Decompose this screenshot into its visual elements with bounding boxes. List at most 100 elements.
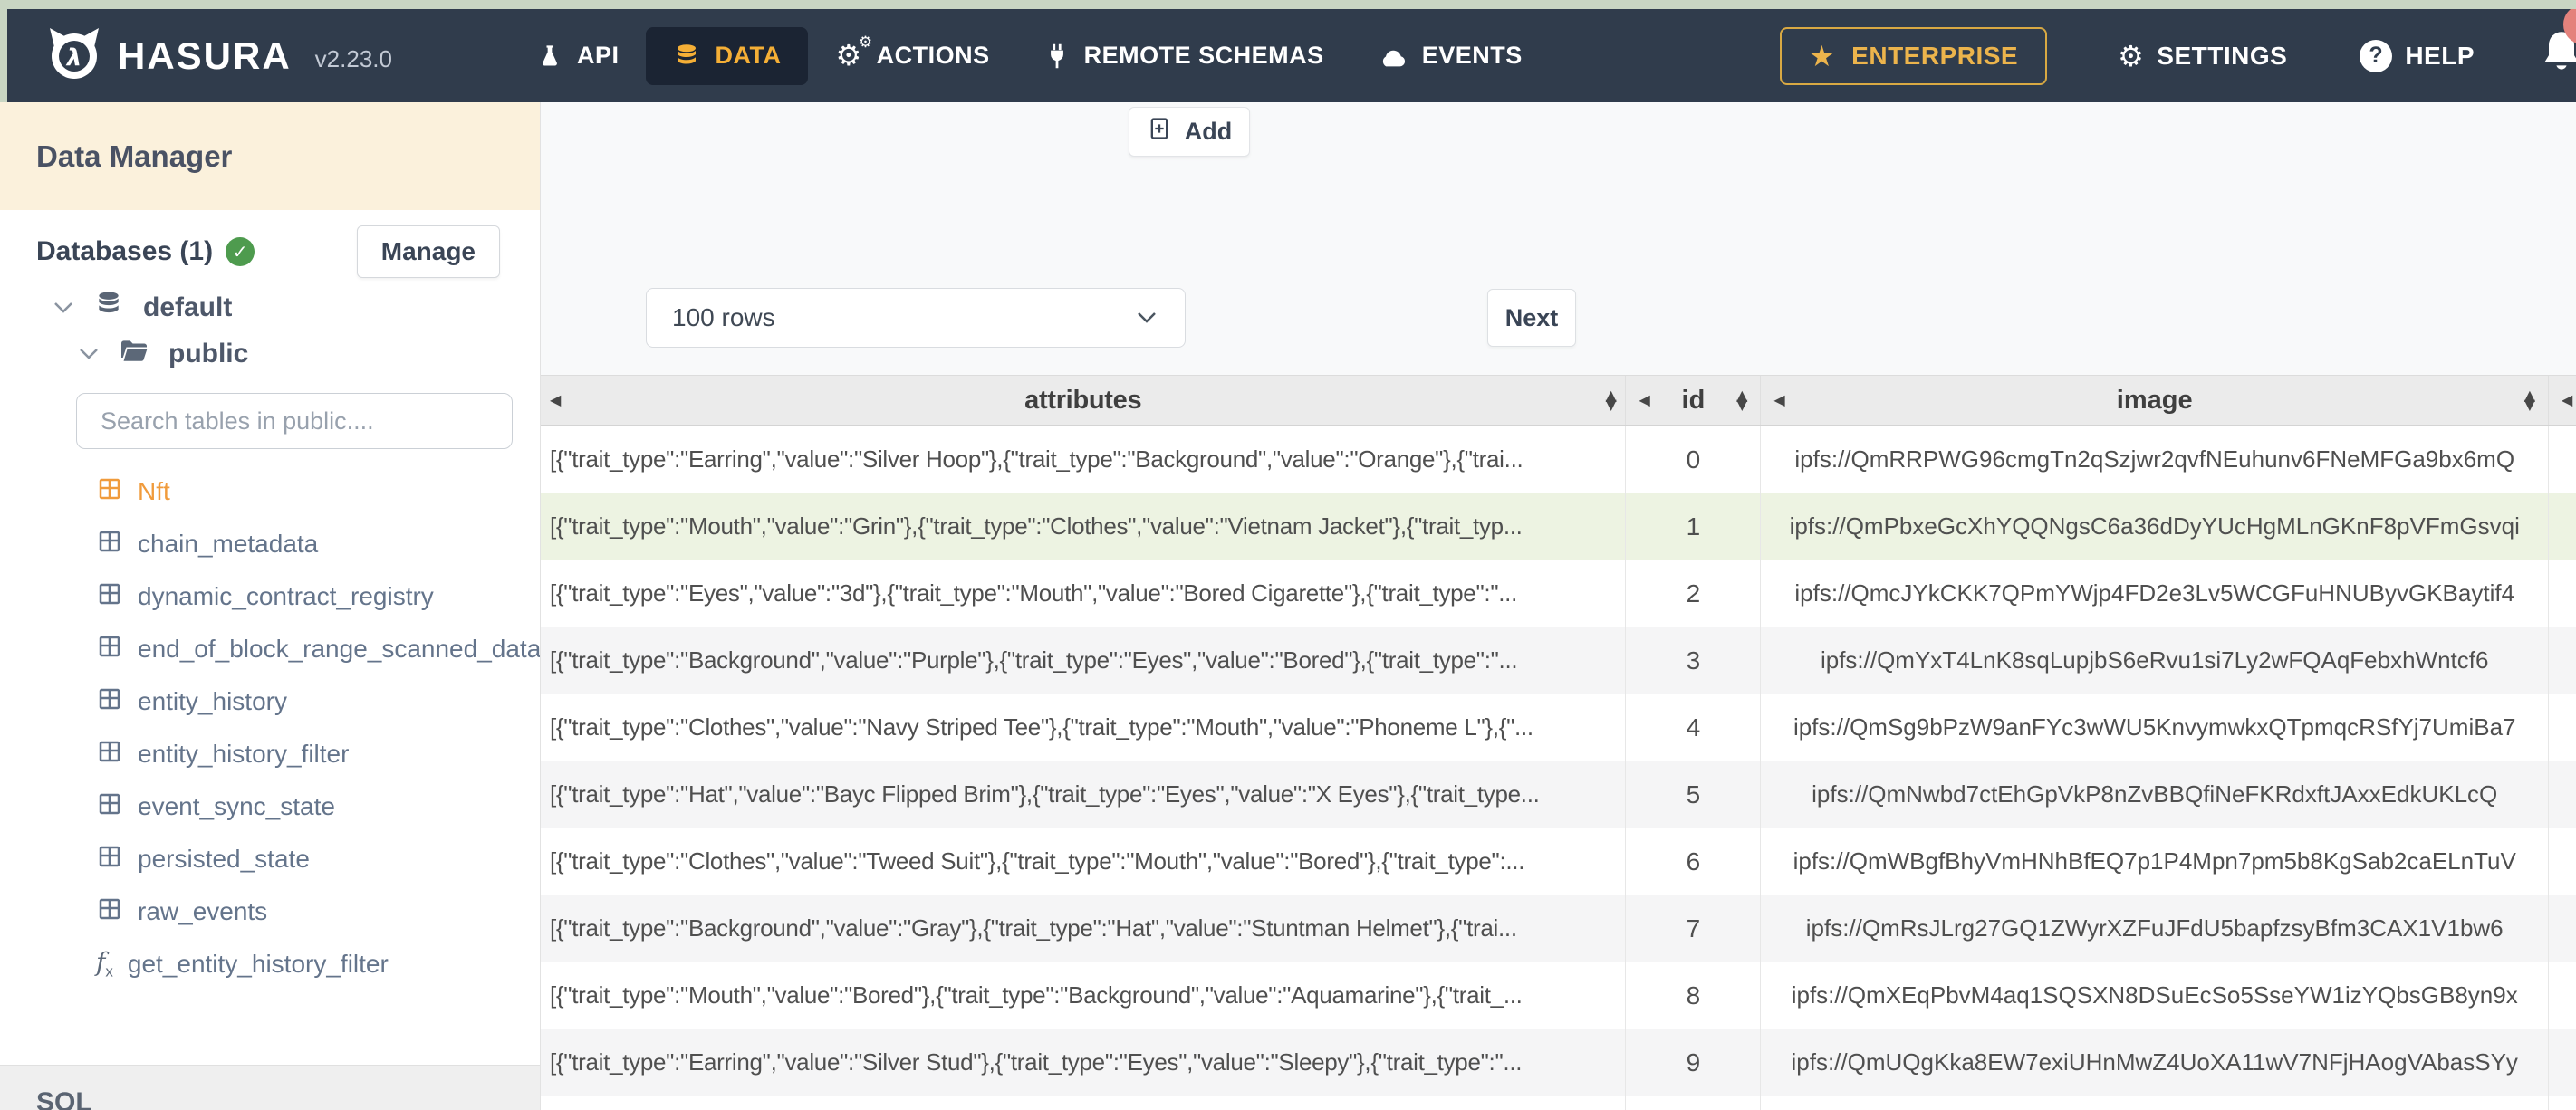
- sidebar-table-item-entity_history[interactable]: entity_history: [0, 675, 540, 728]
- nav-item-events[interactable]: EVENTS: [1351, 27, 1550, 85]
- cell-image: ipfs://QmSg9bPzW9anFYc3wWU5KnvymwkxQTpmq…: [1761, 694, 2550, 761]
- cell-id: 6: [1626, 828, 1762, 895]
- grid-body: [{"trait_type":"Earring","value":"Silver…: [541, 426, 2576, 1110]
- table-grid-icon: [96, 895, 123, 929]
- notifications-button[interactable]: 8: [2538, 5, 2576, 83]
- table-row: [{"trait_type":"Background","value":"Pur…: [541, 627, 2576, 694]
- table-row: [{"trait_type":"Background","value":"Gra…: [541, 895, 2576, 962]
- cell-id: 3: [1626, 627, 1762, 694]
- cell-attributes: [{"trait_type":"Background","value":"Gra…: [541, 895, 1627, 962]
- sidebar-table-item-entity_history_filter[interactable]: entity_history_filter: [0, 728, 540, 780]
- table-row: [{"trait_type":"Hat","value":"Bayc Flipp…: [541, 761, 2576, 828]
- databases-row: Databases (1) ✓ Manage: [36, 225, 500, 278]
- add-button-label: Add: [1184, 118, 1233, 145]
- table-row-partial: [541, 1096, 2576, 1110]
- collapse-column-icon[interactable]: ◀: [1639, 393, 1649, 407]
- window-left-strip: [0, 9, 7, 102]
- cell-image: ipfs://QmRsJLrg27GQ1ZWyrXZFuJFdU5bapfzsy…: [1761, 895, 2550, 962]
- cell-partial: [2549, 694, 2576, 761]
- chevron-down-icon[interactable]: [53, 301, 74, 315]
- sort-icon[interactable]: ▲ ▼: [1736, 388, 1747, 412]
- sidebar-table-item-end_of_block_range_scanned_data[interactable]: end_of_block_range_scanned_data: [0, 623, 540, 675]
- sidebar-footer[interactable]: SQL: [0, 1065, 540, 1110]
- chevron-down-icon[interactable]: [78, 347, 100, 361]
- table-name: Nft: [138, 477, 170, 505]
- rows-per-page-select[interactable]: 100 rows: [646, 288, 1186, 348]
- column-header-image[interactable]: ◀ image ▲ ▼: [1761, 376, 2549, 425]
- cell-partial: [2549, 962, 2576, 1029]
- cell-attributes: [{"trait_type":"Mouth","value":"Bored"},…: [541, 962, 1627, 1029]
- table-row: [{"trait_type":"Earring","value":"Silver…: [541, 426, 2576, 493]
- column-header-label: image: [2116, 385, 2193, 415]
- sort-icon[interactable]: ▲ ▼: [1605, 388, 1616, 412]
- enterprise-button[interactable]: ★ ENTERPRISE: [1779, 26, 2048, 85]
- help-button[interactable]: ? HELP: [2360, 39, 2475, 72]
- schema-name: public: [168, 339, 249, 368]
- nav-item-api[interactable]: API: [510, 27, 647, 85]
- nav-item-label: ACTIONS: [876, 42, 990, 69]
- cell-empty: [2549, 1096, 2576, 1110]
- cell-id: 4: [1626, 694, 1762, 761]
- sidebar-table-item-event_sync_state[interactable]: event_sync_state: [0, 780, 540, 833]
- cell-attributes: [{"trait_type":"Background","value":"Pur…: [541, 627, 1627, 694]
- column-header-id[interactable]: ◀ id ▲ ▼: [1626, 376, 1762, 425]
- chevron-down-icon: [1134, 310, 1159, 326]
- table-row: [{"trait_type":"Clothes","value":"Tweed …: [541, 828, 2576, 895]
- collapse-column-icon[interactable]: ◀: [550, 393, 561, 407]
- settings-label: SETTINGS: [2157, 41, 2288, 70]
- sidebar-table-item-dynamic_contract_registry[interactable]: dynamic_contract_registry: [0, 570, 540, 623]
- cloud-icon: [1379, 44, 1408, 68]
- table-grid-icon: [96, 685, 123, 719]
- cell-id: 7: [1626, 895, 1762, 962]
- table-name: entity_history: [138, 687, 287, 715]
- brand-name: HASURA: [118, 33, 292, 77]
- table-row: [{"trait_type":"Earring","value":"Silver…: [541, 1029, 2576, 1096]
- nav-item-actions[interactable]: ⚙ ⚙ ACTIONS: [808, 27, 1016, 85]
- next-page-button[interactable]: Next: [1487, 289, 1576, 347]
- nav-item-data[interactable]: DATA: [646, 26, 809, 85]
- cell-image: ipfs://QmXEqPbvM4aq1SQSXN8DSuEcSo5SseYW1…: [1761, 962, 2550, 1029]
- nav-item-label: REMOTE SCHEMAS: [1083, 42, 1324, 69]
- nav-item-label: DATA: [715, 42, 782, 69]
- table-name: raw_events: [138, 897, 268, 925]
- sidebar-table-item-raw_events[interactable]: raw_events: [0, 885, 540, 938]
- sidebar-table-item-persisted_state[interactable]: persisted_state: [0, 833, 540, 885]
- function-icon: fx: [96, 947, 113, 981]
- tree-node-schema[interactable]: public: [0, 331, 540, 377]
- collapse-column-icon[interactable]: ◀: [2562, 393, 2572, 407]
- manage-button[interactable]: Manage: [356, 225, 500, 278]
- table-grid-icon: [96, 790, 123, 824]
- cell-image: ipfs://QmYxT4LnK8sqLupjbS6eRvu1si7Ly2wFQ…: [1761, 627, 2550, 694]
- column-header-attributes[interactable]: ◀ attributes ▲ ▼: [541, 376, 1627, 425]
- table-name: entity_history_filter: [138, 740, 350, 768]
- table-name: end_of_block_range_scanned_data: [138, 635, 541, 663]
- sidebar-function-item-get_entity_history_filter[interactable]: fx get_entity_history_filter: [0, 938, 540, 990]
- sidebar-table-item-nft[interactable]: Nft: [0, 465, 540, 518]
- cell-id: 0: [1626, 426, 1762, 493]
- cell-partial: [2549, 761, 2576, 828]
- plus-square-icon: [1147, 116, 1172, 148]
- nav-item-remote-schemas[interactable]: REMOTE SCHEMAS: [1017, 27, 1351, 85]
- table-row: [{"trait_type":"Clothes","value":"Navy S…: [541, 694, 2576, 761]
- nav-item-label: EVENTS: [1421, 42, 1523, 69]
- sidebar: Data Manager Databases (1) ✓ Manage defa…: [0, 102, 541, 1110]
- cell-partial: [2549, 1029, 2576, 1096]
- plug-icon: [1044, 43, 1070, 70]
- gears-icon: ⚙ ⚙: [835, 33, 873, 72]
- table-name: chain_metadata: [138, 530, 319, 558]
- flask-icon: [537, 43, 562, 70]
- table-grid-icon: [96, 475, 123, 509]
- gear-icon: ⚙: [2118, 38, 2145, 73]
- sidebar-table-item-chain_metadata[interactable]: chain_metadata: [0, 518, 540, 570]
- search-tables-input[interactable]: [76, 393, 513, 449]
- settings-button[interactable]: ⚙ SETTINGS: [2118, 42, 2287, 71]
- cell-partial: [2549, 426, 2576, 493]
- hasura-logo[interactable]: λ HASURA v2.23.0: [45, 26, 392, 85]
- tree-node-database[interactable]: default: [0, 284, 540, 331]
- window-top-strip: [0, 0, 2576, 9]
- bell-icon: [2538, 32, 2576, 82]
- sort-icon[interactable]: ▲ ▼: [2524, 388, 2535, 412]
- collapse-column-icon[interactable]: ◀: [1773, 393, 1784, 407]
- cell-id: 2: [1626, 560, 1762, 627]
- add-row-button[interactable]: Add: [1129, 107, 1250, 157]
